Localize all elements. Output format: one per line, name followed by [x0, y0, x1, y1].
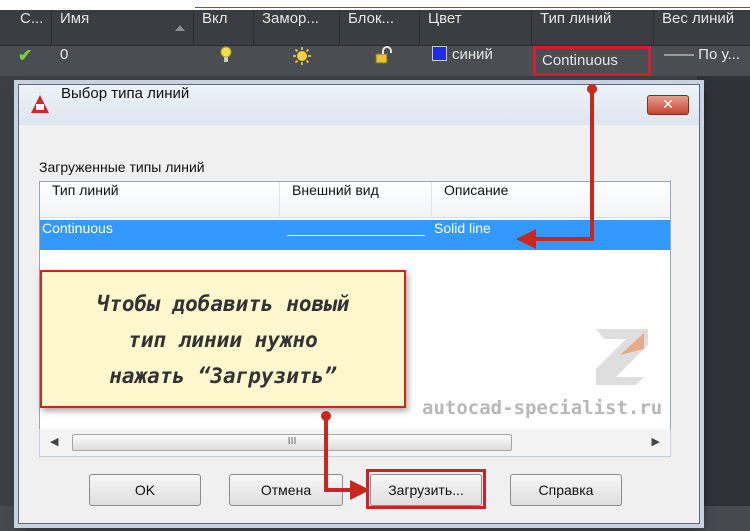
- scroll-right-icon[interactable]: ▶: [652, 435, 660, 448]
- color-swatch: [432, 46, 447, 61]
- layer-table-header: С... Имя Вкл Замор... Блок... Цвет Тип л…: [0, 10, 750, 46]
- col-on[interactable]: Вкл: [194, 10, 254, 46]
- table-row[interactable]: Continuous Solid line: [40, 220, 670, 250]
- col-color[interactable]: Цвет: [420, 10, 532, 46]
- col-appearance-header[interactable]: Внешний вид: [280, 182, 432, 218]
- top-link-fragment[interactable]: [195, 0, 750, 10]
- layer-list-empty-area: [697, 76, 750, 506]
- col-linetype-header[interactable]: Тип линий: [40, 182, 280, 218]
- callout-line-1: Чтобы добавить новый: [96, 292, 350, 316]
- dialog-title: Выбор типа линий: [61, 85, 190, 102]
- row-linetype: Continuous: [42, 220, 113, 236]
- scroll-thumb[interactable]: III: [72, 434, 512, 451]
- col-status[interactable]: С...: [12, 10, 52, 46]
- lineweight-dash: ——: [664, 46, 694, 63]
- row-description: Solid line: [434, 220, 491, 236]
- color-name: синий: [452, 46, 493, 63]
- layer-name[interactable]: 0: [52, 46, 192, 76]
- unlock-icon[interactable]: [366, 46, 396, 76]
- layer-color[interactable]: синий: [424, 46, 530, 76]
- help-button[interactable]: Справка: [510, 474, 622, 506]
- cancel-button[interactable]: Отмена: [229, 474, 343, 506]
- linetype-list-header: Тип линий Внешний вид Описание: [40, 182, 670, 218]
- watermark-text: autocad-specialist.ru: [422, 397, 663, 419]
- load-button-highlight: [366, 469, 486, 509]
- col-linetype[interactable]: Тип линий: [532, 10, 654, 46]
- instruction-callout: Чтобы добавить новый тип линии нужно наж…: [40, 270, 406, 408]
- callout-line-2: тип линии нужно: [128, 328, 318, 352]
- row-appearance-preview: [287, 235, 425, 236]
- col-name-label: Имя: [60, 10, 90, 27]
- horizontal-scrollbar[interactable]: ◀ III ▶: [39, 429, 671, 457]
- col-lineweight[interactable]: Вес линий: [654, 10, 750, 46]
- watermark-logo-icon: [596, 329, 648, 385]
- sun-thaw-icon[interactable]: [284, 46, 314, 76]
- lightbulb-on-icon[interactable]: [212, 46, 242, 76]
- autocad-logo-notch: [36, 104, 44, 110]
- loaded-linetypes-label: Загруженные типы линий: [39, 159, 205, 175]
- current-layer-check-icon: ✔: [18, 46, 33, 65]
- scroll-left-icon[interactable]: ◀: [50, 435, 58, 448]
- close-icon[interactable]: ✕: [647, 95, 689, 115]
- layer-linetype-highlight[interactable]: Continuous: [533, 46, 651, 76]
- col-freeze[interactable]: Замор...: [254, 10, 340, 46]
- col-lock[interactable]: Блок...: [340, 10, 420, 46]
- lineweight-value: По у...: [698, 46, 740, 63]
- callout-line-3: нажать “Загрузить”: [109, 364, 337, 388]
- dialog-titlebar[interactable]: Выбор типа линий ✕: [19, 85, 699, 125]
- col-description-header[interactable]: Описание: [432, 182, 672, 218]
- col-name[interactable]: Имя: [52, 10, 194, 46]
- sort-arrow-icon: [175, 25, 185, 31]
- ok-button[interactable]: OK: [89, 474, 201, 506]
- layer-lineweight[interactable]: —— По у...: [656, 46, 750, 76]
